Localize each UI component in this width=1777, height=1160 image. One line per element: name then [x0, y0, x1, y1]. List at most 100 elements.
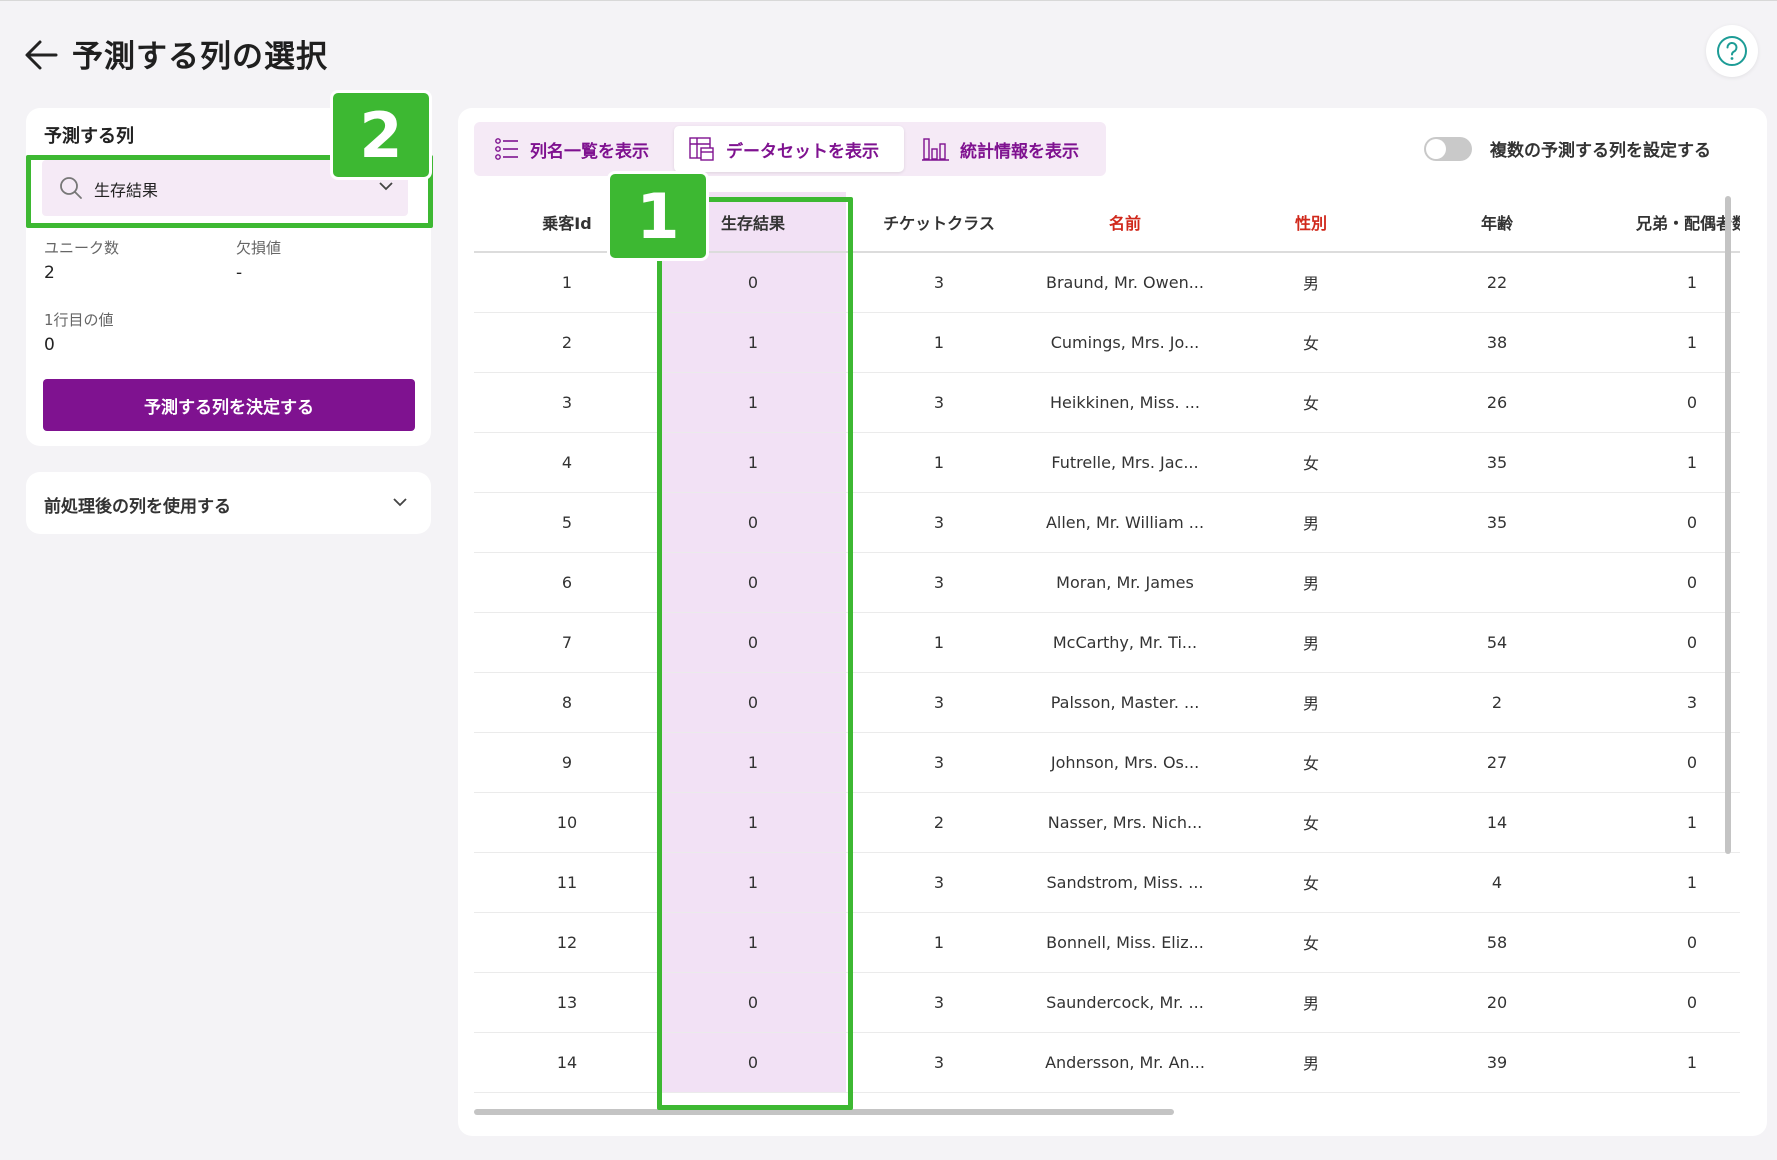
- table-cell: 4: [474, 432, 660, 493]
- first-row-label: 1行目の値: [44, 311, 114, 329]
- table-cell: 0: [1590, 612, 1740, 673]
- table-cell: 0: [1590, 552, 1740, 613]
- tab-statistics[interactable]: 統計情報を表示: [910, 126, 1100, 172]
- table-cell: 女: [1218, 312, 1404, 373]
- multi-target-label: 複数の予測する列を設定する: [1490, 141, 1711, 161]
- column-header[interactable]: チケットクラス: [846, 192, 1032, 253]
- table-cell: 14: [1404, 792, 1590, 853]
- table-cell: Saundercock, Mr. ...: [1032, 972, 1218, 1033]
- table-cell: Sandstrom, Miss. ...: [1032, 852, 1218, 913]
- table-cell: 女: [1218, 852, 1404, 913]
- table-cell: Cumings, Mrs. Jo...: [1032, 312, 1218, 373]
- chevron-down-icon: [393, 498, 407, 507]
- table-cell: 男: [1218, 552, 1404, 613]
- back-arrow-icon[interactable]: [22, 35, 62, 75]
- table-cell: Nasser, Mrs. Nich...: [1032, 792, 1218, 853]
- tab-statistics-label: 統計情報を表示: [960, 141, 1079, 162]
- table-cell: 1: [846, 612, 1032, 673]
- decide-target-button[interactable]: 予測する列を決定する: [43, 379, 415, 431]
- multi-target-toggle[interactable]: 複数の予測する列を設定する: [1424, 136, 1711, 161]
- table-cell: 14: [474, 1032, 660, 1093]
- table-cell: 26: [1404, 372, 1590, 433]
- table-cell: 1: [1590, 312, 1740, 373]
- table-cell: 20: [1404, 972, 1590, 1033]
- table-cell: 1: [1590, 1032, 1740, 1093]
- table-cell: 3: [474, 372, 660, 433]
- vertical-scrollbar[interactable]: [1724, 192, 1732, 1098]
- table-cell: 1: [1590, 252, 1740, 313]
- tab-dataset[interactable]: データセットを表示: [674, 126, 904, 172]
- table-cell: 1: [1590, 432, 1740, 493]
- table-cell: 女: [1218, 792, 1404, 853]
- table-cell: Johnson, Mrs. Os...: [1032, 732, 1218, 793]
- table-cell: 男: [1218, 612, 1404, 673]
- table-cell: 男: [1218, 972, 1404, 1033]
- table-cell: 10: [474, 792, 660, 853]
- table-cell: 58: [1404, 912, 1590, 973]
- missing-count-label: 欠損値: [236, 239, 282, 257]
- table-cell: 8: [474, 672, 660, 733]
- table-cell: McCarthy, Mr. Ti...: [1032, 612, 1218, 673]
- page-title: 予測する列の選択: [72, 39, 328, 75]
- unique-count-value: 2: [44, 263, 55, 283]
- table-cell: 22: [1404, 252, 1590, 313]
- annotation-badge-2: 2: [330, 90, 432, 180]
- table-cell: 11: [474, 852, 660, 913]
- table-cell: 0: [1590, 492, 1740, 553]
- annotation-badge-1: 1: [607, 171, 709, 261]
- table-cell: 0: [1590, 912, 1740, 973]
- tab-column-list[interactable]: 列名一覧を表示: [480, 126, 668, 172]
- table-cell: 13: [474, 972, 660, 1033]
- table-cell: Heikkinen, Miss. ...: [1032, 372, 1218, 433]
- table-cell: 35: [1404, 492, 1590, 553]
- table-cell: 1: [846, 312, 1032, 373]
- help-button[interactable]: [1706, 25, 1758, 77]
- top-bar: 予測する列の選択: [0, 0, 1777, 100]
- table-cell: 3: [1590, 672, 1740, 733]
- column-header[interactable]: 兄弟・配偶者数: [1590, 192, 1740, 253]
- help-icon: [1717, 36, 1747, 66]
- tab-column-list-label: 列名一覧を表示: [530, 141, 649, 162]
- first-row-value: 0: [44, 335, 55, 355]
- table-cell: 3: [846, 252, 1032, 313]
- table-cell: 2: [474, 312, 660, 373]
- table-cell: 3: [846, 492, 1032, 553]
- table-cell: 9: [474, 732, 660, 793]
- table-cell: Allen, Mr. William ...: [1032, 492, 1218, 553]
- multi-target-switch[interactable]: [1424, 136, 1472, 161]
- table-cell: 3: [846, 1032, 1032, 1093]
- table-cell: 女: [1218, 432, 1404, 493]
- table-cell: Bonnell, Miss. Eliz...: [1032, 912, 1218, 973]
- column-header[interactable]: 年齢: [1404, 192, 1590, 253]
- table-cell: Palsson, Master. ...: [1032, 672, 1218, 733]
- table-cell: 3: [846, 552, 1032, 613]
- table-cell: 27: [1404, 732, 1590, 793]
- tab-dataset-label: データセットを表示: [726, 141, 879, 162]
- table-cell: 女: [1218, 732, 1404, 793]
- table-cell: Moran, Mr. James: [1032, 552, 1218, 613]
- missing-count-value: -: [236, 263, 243, 283]
- list-icon: [495, 138, 518, 160]
- table-cell: 4: [1404, 852, 1590, 913]
- table-cell: 女: [1218, 372, 1404, 433]
- view-tabs: 列名一覧を表示 データセットを表示 統計情報を表示: [474, 122, 1106, 176]
- use-preprocessed-columns-toggle[interactable]: 前処理後の列を使用する: [26, 472, 431, 534]
- table-cell: Futrelle, Mrs. Jac...: [1032, 432, 1218, 493]
- use-preprocessed-label: 前処理後の列を使用する: [44, 497, 231, 517]
- table-cell: 男: [1218, 252, 1404, 313]
- table-cell: 0: [1590, 972, 1740, 1033]
- table-cell: 1: [846, 912, 1032, 973]
- table-cell: 1: [846, 432, 1032, 493]
- table-cell: 3: [846, 852, 1032, 913]
- table-cell: 54: [1404, 612, 1590, 673]
- column-header[interactable]: 性別: [1218, 192, 1404, 253]
- table-cell: 男: [1218, 1032, 1404, 1093]
- table-cell: 男: [1218, 672, 1404, 733]
- column-header[interactable]: 名前: [1032, 192, 1218, 253]
- unique-count-label: ユニーク数: [44, 239, 120, 257]
- table-cell: 女: [1218, 912, 1404, 973]
- table-cell: Braund, Mr. Owen...: [1032, 252, 1218, 313]
- table-cell: 0: [1590, 372, 1740, 433]
- dataset-card: 列名一覧を表示 データセットを表示 統計情報を表示 複数の予測する列を設定する …: [458, 108, 1767, 1136]
- table-cell: 38: [1404, 312, 1590, 373]
